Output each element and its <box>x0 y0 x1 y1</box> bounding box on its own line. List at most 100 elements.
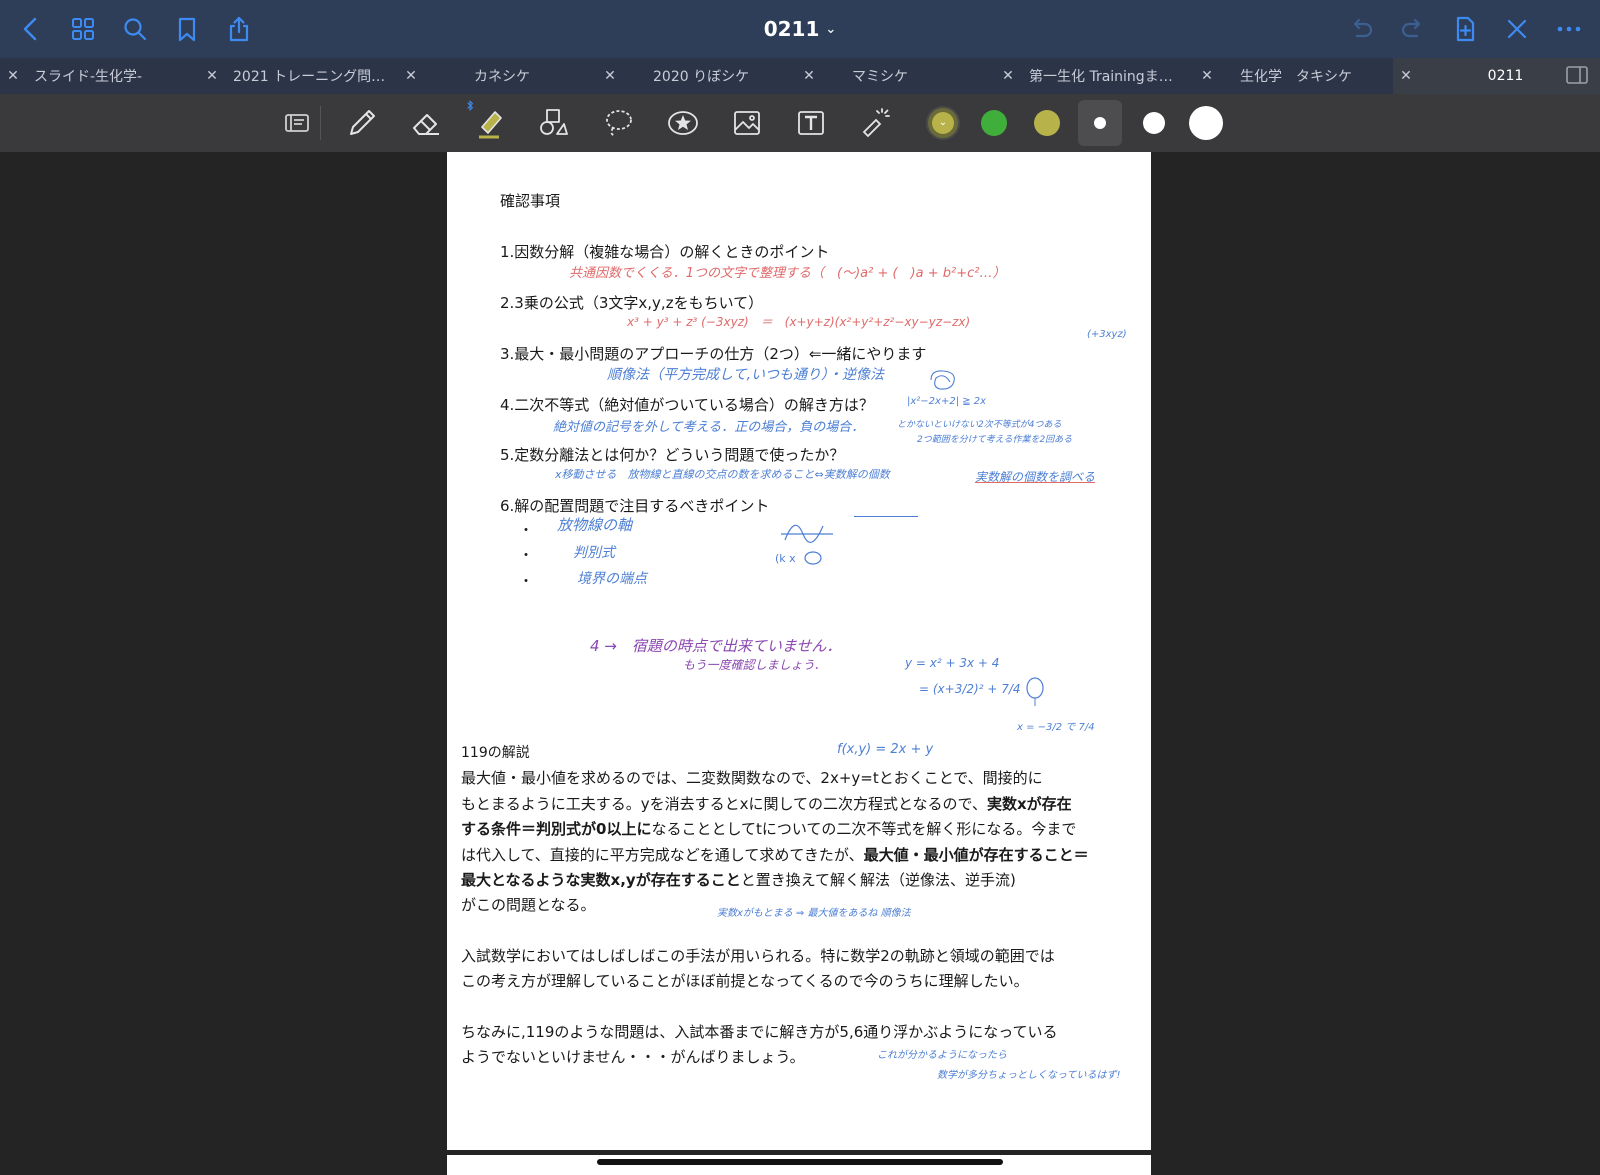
paragraph-line: 最大となるような実数x,yが存在することと置き換えて解く解法（逆像法、逆手流) <box>461 871 1016 889</box>
tab-bar: ✕ スライド-生化学- ✕ 2021 トレーニング問… ✕ カネシケ ✕ 202… <box>0 58 1600 94</box>
handwritten-note: 判別式 <box>573 545 615 561</box>
sidebar-toggle-icon[interactable] <box>1566 66 1588 84</box>
tab-document[interactable]: ✕ 生化学 タキシケ <box>1194 58 1393 94</box>
close-icon[interactable]: ✕ <box>1194 68 1220 84</box>
handwritten-note: |x²−2x+2| ≧ 2x <box>907 396 987 407</box>
share-icon <box>229 16 249 42</box>
elements-tool[interactable] <box>660 100 706 146</box>
close-icon[interactable]: ✕ <box>796 68 822 84</box>
section-title: 119の解説 <box>461 745 530 761</box>
document-page[interactable]: 確認事項 1.因数分解（複雑な場合）の解くときのポイント 共通因数でくくる．1つ… <box>447 152 1151 1150</box>
chevron-down-icon: ⌄ <box>932 112 954 134</box>
add-page-button[interactable] <box>1444 10 1486 48</box>
checklist-item: 6.解の配置問題で注目するべきポイント <box>500 497 770 515</box>
thumbnails-button[interactable] <box>62 10 104 48</box>
paragraph-line: 最大値・最小値を求めるのでは、二変数関数なので、2x+y=tとおくことで、間接的… <box>461 769 1043 787</box>
bullet: ・ <box>519 548 533 564</box>
pen-tool[interactable] <box>339 100 385 146</box>
paragraph-line: ちなみに,119のような問題は、入試本番までに解き方が5,6通り浮かぶようになっ… <box>461 1023 1058 1041</box>
tab-document[interactable]: ✕ マミシケ <box>796 58 995 94</box>
tab-label: 2021 トレーニング問… <box>233 69 386 85</box>
eraser-tool[interactable] <box>403 100 449 146</box>
tab-document[interactable]: ✕ カネシケ <box>398 58 597 94</box>
page-heading: 確認事項 <box>500 192 561 210</box>
bookmark-button[interactable] <box>166 10 208 48</box>
paragraph-line: がこの問題となる。 <box>461 896 596 914</box>
nav-left-group <box>10 10 260 48</box>
close-icon[interactable]: ✕ <box>0 68 26 84</box>
laser-pointer-tool[interactable] <box>852 100 898 146</box>
close-icon[interactable]: ✕ <box>398 68 424 84</box>
lasso-tool[interactable] <box>595 100 641 146</box>
tab-label: 2020 りぼシケ <box>653 69 750 85</box>
shapes-tool[interactable] <box>531 100 577 146</box>
handwritten-note: 4 → 宿題の時点で出来ていません． <box>590 637 842 655</box>
pencil-cross-icon <box>1507 19 1527 39</box>
text-box-icon <box>798 111 824 135</box>
read-mode-tool[interactable] <box>274 100 320 146</box>
laser-pointer-icon <box>862 108 890 138</box>
pen-icon <box>350 110 375 135</box>
redo-icon <box>1401 18 1421 38</box>
top-nav-bar: 0211 ⌄ <box>0 0 1600 58</box>
text-tool[interactable] <box>788 100 834 146</box>
tab-label: 第一生化 Trainingま… <box>1029 69 1173 85</box>
more-icon <box>1557 26 1581 32</box>
svg-text:(k x: (k x <box>775 552 796 565</box>
tab-label: マミシケ <box>852 69 908 85</box>
document-title-text[interactable]: 0211 <box>764 17 820 41</box>
checklist-item: 5.定数分離法とは何か？どういう問題で使ったか？ <box>500 446 845 464</box>
stroke-size-large[interactable] <box>1189 106 1223 140</box>
paragraph-line: は代入して、直接的に平方完成などを通して求めてきたが、最大値・最小値が存在するこ… <box>461 846 1089 864</box>
back-button[interactable] <box>10 10 52 48</box>
tab-document[interactable]: ✕ スライド-生化学- <box>0 58 199 94</box>
handwritten-note: x = −3/2 で 7/4 <box>1017 722 1095 733</box>
share-button[interactable] <box>218 10 260 48</box>
scribble-annotation <box>930 370 955 390</box>
more-button[interactable] <box>1548 10 1590 48</box>
handwritten-note: 境界の端点 <box>577 571 647 587</box>
grid-icon <box>72 18 94 40</box>
bullet: ・ <box>519 523 533 539</box>
stroke-size-small[interactable] <box>1094 117 1106 129</box>
chevron-left-icon <box>23 17 37 41</box>
handwritten-note: x移動させる 放物線と直線の交点の数を求めること⇔実数解の個数 <box>555 468 890 481</box>
color-swatch-olive-selected[interactable]: ⌄ <box>926 106 960 140</box>
image-tool[interactable] <box>724 100 770 146</box>
handwritten-note: 実数解の個数を調べる <box>975 470 1096 484</box>
eraser-icon <box>413 114 439 135</box>
paragraph-line: もとまるように工夫する。yを消去するとxに関しての二次方程式となるので、実数xが… <box>461 795 1072 813</box>
redo-button[interactable] <box>1392 10 1434 48</box>
color-swatch-olive[interactable] <box>1034 110 1060 136</box>
tab-label: 生化学 タキシケ <box>1240 69 1352 85</box>
handwritten-note: x³ + y³ + z³ (−3xyz) ＝ (x+y+z)(x²+y²+z²−… <box>627 315 971 329</box>
handwritten-note: 2つ範囲を分けて考える作業を2回ある <box>917 435 1073 445</box>
close-icon[interactable]: ✕ <box>199 68 225 84</box>
close-icon[interactable]: ✕ <box>995 68 1021 84</box>
search-button[interactable] <box>114 10 156 48</box>
bookmark-icon <box>178 17 196 42</box>
checklist-item: 1.因数分解（複雑な場合）の解くときのポイント <box>500 243 830 261</box>
stroke-size-medium[interactable] <box>1143 112 1165 134</box>
color-swatch-green[interactable] <box>981 110 1007 136</box>
undo-button[interactable] <box>1340 10 1382 48</box>
bluetooth-icon <box>467 100 474 112</box>
close-icon[interactable]: ✕ <box>1393 68 1419 84</box>
chevron-down-icon[interactable]: ⌄ <box>825 22 836 37</box>
tab-document[interactable]: ✕ 第一生化 Trainingま… <box>995 58 1194 94</box>
checklist-item: 4.二次不等式（絶対値がついている場合）の解き方は？ <box>500 396 874 414</box>
next-page[interactable] <box>447 1155 1151 1175</box>
paragraph-line: する条件＝判別式が0以上になることとしてtについての二次不等式を解く形になる。今… <box>461 820 1077 838</box>
tab-document[interactable]: ✕ 2020 りぼシケ <box>597 58 796 94</box>
nav-right-group <box>1340 10 1590 48</box>
search-icon <box>124 18 147 41</box>
toolbar-divider <box>320 106 321 140</box>
tab-document[interactable]: ✕ 2021 トレーニング問… <box>199 58 398 94</box>
close-icon[interactable]: ✕ <box>597 68 623 84</box>
paragraph-line: この考え方が理解していることがほぼ前提となってくるので今のうちに理解したい。 <box>461 972 1029 990</box>
tools-toggle-button[interactable] <box>1496 10 1538 48</box>
paragraph-line: 入試数学においてはしばしばこの手法が用いられる。特に数学2の軌跡と領域の範囲では <box>461 947 1055 965</box>
document-canvas[interactable]: 確認事項 1.因数分解（複雑な場合）の解くときのポイント 共通因数でくくる．1つ… <box>0 152 1600 1175</box>
home-indicator[interactable] <box>597 1159 1003 1165</box>
handwritten-note: 放物線の軸 <box>557 516 633 534</box>
